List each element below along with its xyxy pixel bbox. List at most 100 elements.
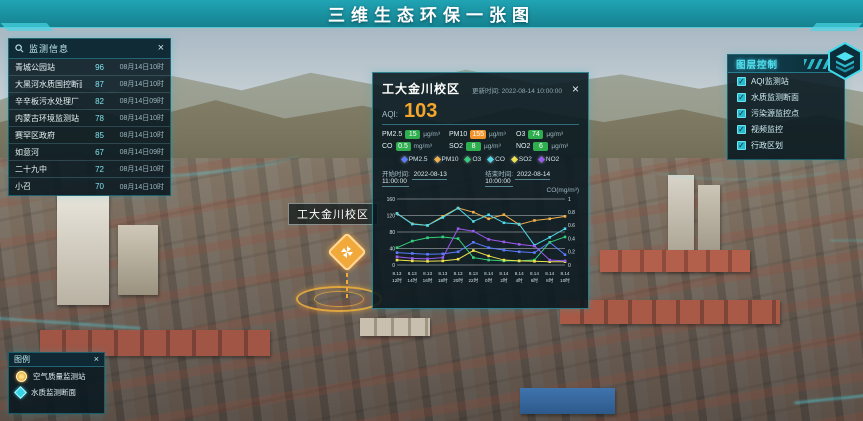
x-tick-hour: 14时 <box>407 277 417 283</box>
data-point <box>533 251 536 254</box>
data-point <box>396 259 399 262</box>
data-point <box>503 259 506 262</box>
data-point <box>426 258 429 261</box>
layer-item[interactable]: ✓视频监控 <box>728 121 844 137</box>
data-point <box>487 246 490 249</box>
layer-items: ✓AQI监测站✓水质监测断面✓污染源监控点✓视频监控✓行政区划 <box>728 73 844 153</box>
chart-legend-item[interactable]: SO2 <box>512 156 532 163</box>
data-point <box>518 243 521 246</box>
chart-legend-item[interactable]: PM2.5 <box>402 156 428 163</box>
station-value: 82 <box>86 97 104 106</box>
legend-panel-header: 图例 × <box>9 353 104 367</box>
data-point <box>457 258 460 261</box>
legend-series-name: SO2 <box>519 156 532 163</box>
station-value: 72 <box>86 165 104 174</box>
chart-legend: PM2.5 PM10 O3 CO SO2 NO2 <box>382 156 579 163</box>
data-point <box>533 245 536 248</box>
series-line-co <box>397 208 565 245</box>
list-item[interactable]: 内蒙古环境监测站7808月14日10时 <box>9 110 170 127</box>
x-tick-hour: 10时 <box>560 277 570 283</box>
chart-legend-item[interactable]: CO <box>488 156 505 163</box>
data-point <box>472 241 475 244</box>
axis-tick-label: 0.6 <box>568 223 575 229</box>
trend-chart-svg: 0408012016000.20.40.60.818.1312时8.1314时8… <box>382 195 581 293</box>
pollutant-unit: mg/m³ <box>414 143 432 150</box>
search-icon <box>15 44 24 53</box>
pollutant-unit: µg/m³ <box>484 143 501 150</box>
chart-legend-item[interactable]: PM10 <box>435 156 459 163</box>
station-name: 青城公园站 <box>15 62 82 73</box>
building-row <box>560 300 780 324</box>
data-point <box>487 238 490 241</box>
map-station-label[interactable]: 工大金川校区 <box>288 203 378 225</box>
layer-item[interactable]: ✓ 污染源监控点 <box>728 105 844 121</box>
x-tick-date: 8.13 <box>408 271 417 276</box>
chart-legend-item[interactable]: O3 <box>465 156 481 163</box>
list-item[interactable]: 青城公园站 96 08月14日10时 <box>9 59 170 76</box>
data-point <box>411 223 414 226</box>
data-point <box>396 246 399 249</box>
update-time: 更新时间: 2022-08-14 10:00:00 <box>466 85 562 95</box>
legend-marker-icon <box>538 156 545 163</box>
station-time: 08月14日09时 <box>108 147 164 157</box>
x-tick-date: 8.14 <box>545 271 554 276</box>
close-icon[interactable]: × <box>94 355 99 364</box>
pollutant-value-badge: 6 <box>533 142 548 151</box>
data-point <box>503 213 506 216</box>
data-point <box>442 260 445 263</box>
x-tick-date: 8.13 <box>469 271 478 276</box>
pollutant-unit: µg/m³ <box>546 131 563 138</box>
layers-icon[interactable] <box>827 42 863 80</box>
checkbox-checked-icon[interactable]: ✓ <box>737 109 746 118</box>
station-name: 大黑河水质国控断面 <box>15 79 82 90</box>
axis-tick-label: 40 <box>389 246 395 252</box>
station-value: 67 <box>86 148 104 157</box>
legend-panel: 图例 × 空气质量监测站水质监测断面 <box>8 352 105 414</box>
station-panel-title: 监测信息 <box>29 42 153 55</box>
data-point <box>442 256 445 259</box>
data-point <box>533 219 536 222</box>
map-stage[interactable]: 三维生态环保一张图 监测信息 × 青城公园站9608月14日10时大黑河水质国控… <box>0 0 863 421</box>
station-time: 08月14日10时 <box>108 62 164 72</box>
axis-tick-label: 0.8 <box>568 210 575 216</box>
station-time: 08月14日10时 <box>108 79 164 89</box>
list-item[interactable]: 大黑河水质国控断面8708月14日10时 <box>9 76 170 93</box>
legend-series-name: NO2 <box>546 156 559 163</box>
checkbox-checked-icon[interactable]: ✓ <box>737 77 746 86</box>
checkbox-checked-icon[interactable]: ✓ <box>737 141 746 150</box>
axis-tick-label: 160 <box>387 197 396 203</box>
data-point <box>457 237 460 240</box>
x-tick-hour: 18时 <box>438 277 448 283</box>
layer-item-label: 污染源监控点 <box>751 108 799 119</box>
legend-marker-icon <box>464 156 471 163</box>
station-value: 96 <box>86 63 104 72</box>
checkbox-checked-icon[interactable]: ✓ <box>737 93 746 102</box>
data-point <box>426 224 429 227</box>
list-item[interactable]: 如意河6708月14日09时 <box>9 144 170 161</box>
marker-ring-inner <box>314 291 364 307</box>
legend-series-name: O3 <box>472 156 481 163</box>
data-point <box>411 260 414 263</box>
list-item[interactable]: 赛罕区政府8508月14日10时 <box>9 127 170 144</box>
list-item[interactable]: 辛辛板污水处理厂8208月14日09时 <box>9 93 170 110</box>
data-point <box>487 259 490 262</box>
legend-item-label: 水质监测断面 <box>31 387 76 398</box>
building <box>118 225 158 295</box>
layer-item[interactable]: ✓行政区划 <box>728 137 844 153</box>
pollutant-name: CO <box>382 143 393 150</box>
data-point <box>472 256 475 259</box>
pollutant-trend-chart: 0408012016000.20.40.60.818.1312时8.1314时8… <box>382 195 579 298</box>
list-item[interactable]: 二十九中7208月14日10时 <box>9 161 170 178</box>
x-tick-hour: 4时 <box>516 277 524 283</box>
chart-legend-item[interactable]: NO2 <box>539 156 559 163</box>
pollutant-cell: PM10155µg/m³ <box>449 130 512 139</box>
close-icon[interactable]: × <box>158 43 164 54</box>
station-value: 78 <box>86 114 104 123</box>
layer-item-label: AQI监测站 <box>751 76 789 87</box>
data-point <box>472 249 475 252</box>
list-item[interactable]: 小召7008月14日10时 <box>9 178 170 195</box>
close-icon[interactable]: × <box>572 82 579 96</box>
time-range-row: 开始时间: 2022-08-13 11:00:00 结束时间: 2022-08-… <box>382 168 579 185</box>
layer-item[interactable]: ✓水质监测断面 <box>728 89 844 105</box>
checkbox-checked-icon[interactable]: ✓ <box>737 125 746 134</box>
